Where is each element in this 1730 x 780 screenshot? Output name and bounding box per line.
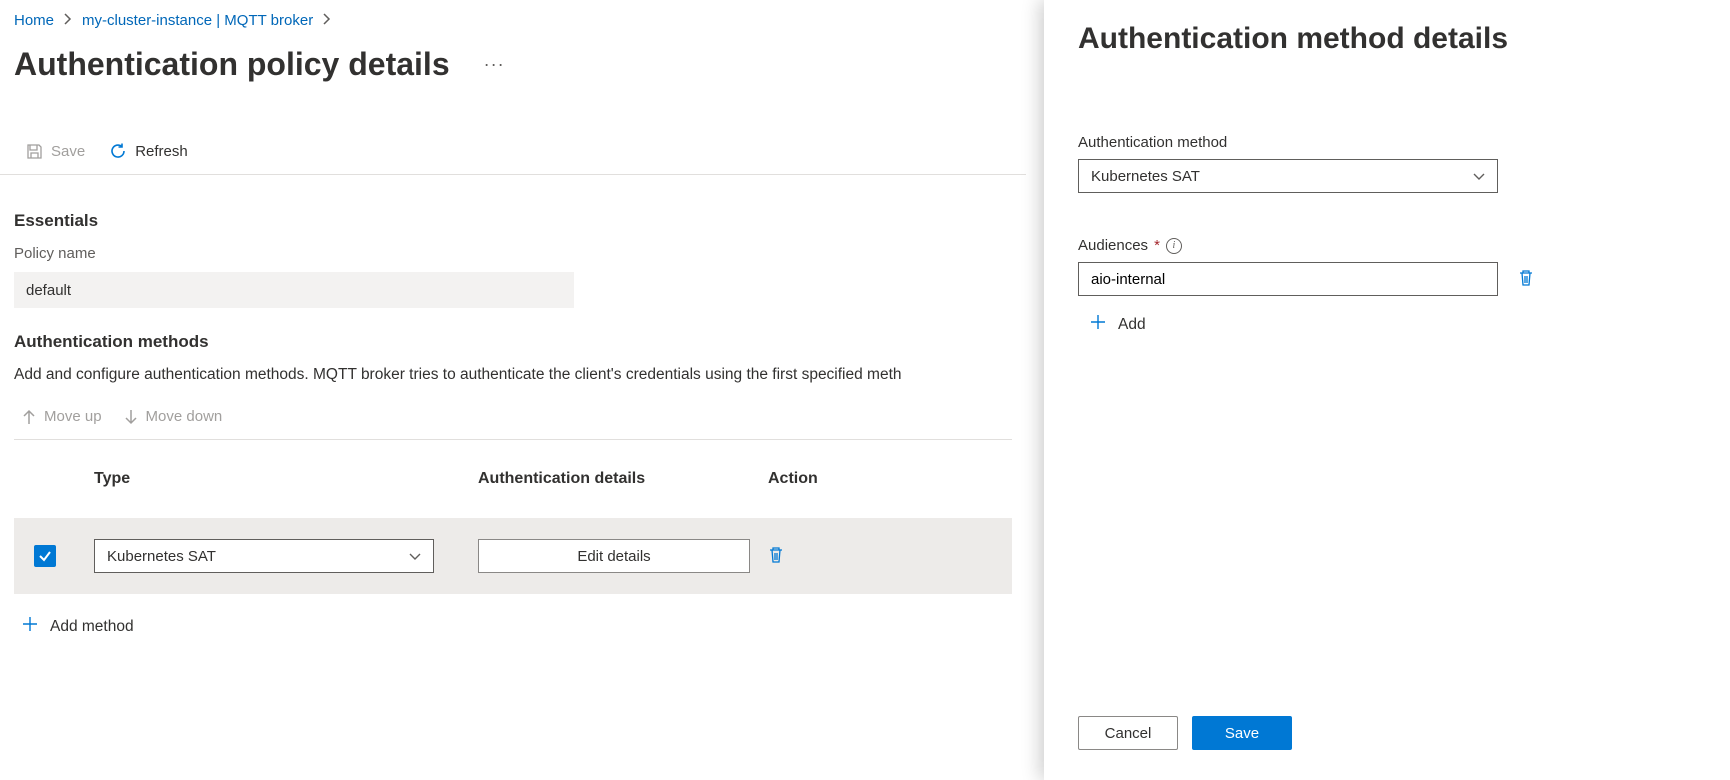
move-up-label: Move up bbox=[44, 408, 102, 425]
breadcrumb-instance[interactable]: my-cluster-instance | MQTT broker bbox=[82, 12, 313, 29]
chevron-right-icon bbox=[323, 12, 331, 29]
side-panel: Authentication method details Authentica… bbox=[1044, 0, 1730, 780]
chevron-down-icon bbox=[409, 548, 421, 565]
col-action: Action bbox=[768, 470, 888, 488]
refresh-icon bbox=[109, 142, 127, 160]
more-actions-button[interactable]: ··· bbox=[478, 54, 511, 75]
panel-footer: Cancel Save bbox=[1078, 696, 1690, 780]
policy-name-label: Policy name bbox=[14, 245, 1012, 262]
method-label: Authentication method bbox=[1078, 134, 1690, 151]
cancel-button[interactable]: Cancel bbox=[1078, 716, 1178, 750]
page-title-row: Authentication policy details ··· bbox=[14, 47, 1012, 82]
essentials-heading: Essentials bbox=[14, 211, 1012, 231]
chevron-down-icon bbox=[1473, 168, 1485, 185]
save-button[interactable]: Save bbox=[26, 143, 85, 160]
main-content: Home my-cluster-instance | MQTT broker A… bbox=[0, 0, 1044, 780]
add-method-button[interactable]: Add method bbox=[22, 616, 134, 637]
audiences-label: Audiences * i bbox=[1078, 237, 1690, 254]
arrow-down-icon bbox=[124, 409, 138, 425]
type-select[interactable]: Kubernetes SAT bbox=[94, 539, 434, 573]
move-down-button[interactable]: Move down bbox=[124, 408, 223, 425]
col-type: Type bbox=[94, 470, 478, 488]
delete-audience-button[interactable] bbox=[1518, 269, 1534, 290]
breadcrumb-home[interactable]: Home bbox=[14, 12, 54, 29]
move-toolbar: Move up Move down bbox=[14, 398, 1012, 440]
save-icon bbox=[26, 143, 43, 160]
plus-icon bbox=[1090, 314, 1106, 335]
auth-methods-table: Type Authentication details Action Kuber… bbox=[14, 470, 1012, 594]
auth-methods-description: Add and configure authentication methods… bbox=[14, 366, 1012, 384]
add-method-label: Add method bbox=[50, 618, 134, 636]
method-select[interactable]: Kubernetes SAT bbox=[1078, 159, 1498, 193]
audiences-label-text: Audiences bbox=[1078, 237, 1148, 254]
arrow-up-icon bbox=[22, 409, 36, 425]
type-select-value: Kubernetes SAT bbox=[107, 548, 216, 565]
col-details: Authentication details bbox=[478, 470, 768, 488]
panel-content: Authentication method Kubernetes SAT Aud… bbox=[1078, 134, 1690, 696]
breadcrumb: Home my-cluster-instance | MQTT broker bbox=[14, 12, 1012, 29]
required-indicator: * bbox=[1154, 237, 1160, 254]
table-header: Type Authentication details Action bbox=[14, 470, 1012, 488]
refresh-label: Refresh bbox=[135, 143, 188, 160]
row-checkbox[interactable] bbox=[34, 545, 56, 567]
method-select-value: Kubernetes SAT bbox=[1091, 168, 1200, 185]
audiences-input[interactable] bbox=[1078, 262, 1498, 296]
move-down-label: Move down bbox=[146, 408, 223, 425]
refresh-button[interactable]: Refresh bbox=[109, 142, 188, 160]
delete-row-button[interactable] bbox=[768, 551, 784, 567]
edit-details-button[interactable]: Edit details bbox=[478, 539, 750, 573]
add-audience-button[interactable]: Add bbox=[1090, 314, 1146, 335]
save-label: Save bbox=[51, 143, 85, 160]
move-up-button[interactable]: Move up bbox=[22, 408, 102, 425]
info-icon[interactable]: i bbox=[1166, 238, 1182, 254]
table-row: Kubernetes SAT Edit details bbox=[14, 518, 1012, 594]
command-bar: Save Refresh bbox=[0, 132, 1026, 175]
add-audience-label: Add bbox=[1118, 316, 1146, 334]
save-button[interactable]: Save bbox=[1192, 716, 1292, 750]
plus-icon bbox=[22, 616, 38, 637]
panel-title: Authentication method details bbox=[1078, 22, 1690, 56]
chevron-right-icon bbox=[64, 12, 72, 29]
auth-methods-heading: Authentication methods bbox=[14, 332, 1012, 352]
policy-name-value: default bbox=[14, 272, 574, 308]
page-title: Authentication policy details bbox=[14, 47, 450, 82]
